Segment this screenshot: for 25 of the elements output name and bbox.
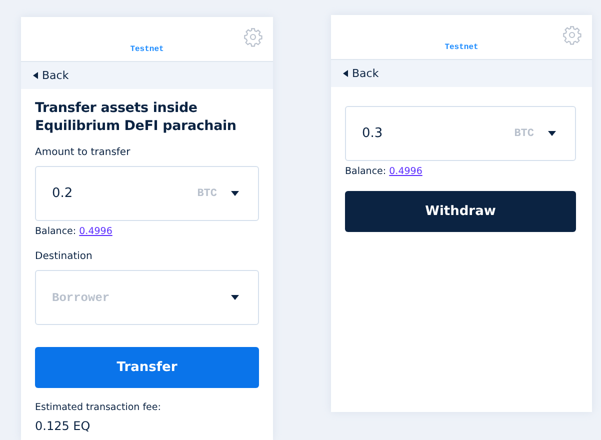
balance-link[interactable]: 0.4996 xyxy=(79,226,112,237)
fee-value: 0.125 EQ xyxy=(35,419,92,433)
balance-text: Balance: 0.4996 xyxy=(345,166,424,177)
back-button[interactable]: Back xyxy=(33,69,69,82)
network-label: Testnet xyxy=(130,45,164,54)
caret-icon xyxy=(231,191,239,196)
fee-label: Estimated transaction fee: xyxy=(35,402,162,413)
balance-link[interactable]: 0.4996 xyxy=(389,166,422,177)
withdraw-button[interactable]: Withdraw xyxy=(345,191,576,232)
currency-label: BTC xyxy=(197,188,217,200)
panel-title: Transfer assets inside Equilibrium DeFI parachain xyxy=(35,99,238,135)
caret-icon xyxy=(548,131,556,136)
destination-label: Destination xyxy=(35,251,94,262)
network-label: Testnet xyxy=(444,43,478,52)
amount-label: Amount to transfer xyxy=(35,147,132,158)
balance-text: Balance: 0.4996 xyxy=(35,226,114,237)
currency-label: BTC xyxy=(514,128,534,140)
back-arrow-icon xyxy=(33,72,38,79)
back-button[interactable]: Back xyxy=(343,67,379,80)
settings-icon[interactable] xyxy=(243,27,263,47)
settings-icon[interactable] xyxy=(562,25,582,45)
destination-select[interactable]: Borrower xyxy=(35,270,259,325)
back-arrow-icon xyxy=(343,70,348,77)
caret-icon xyxy=(231,295,239,300)
transfer-button[interactable]: Transfer xyxy=(35,347,259,388)
